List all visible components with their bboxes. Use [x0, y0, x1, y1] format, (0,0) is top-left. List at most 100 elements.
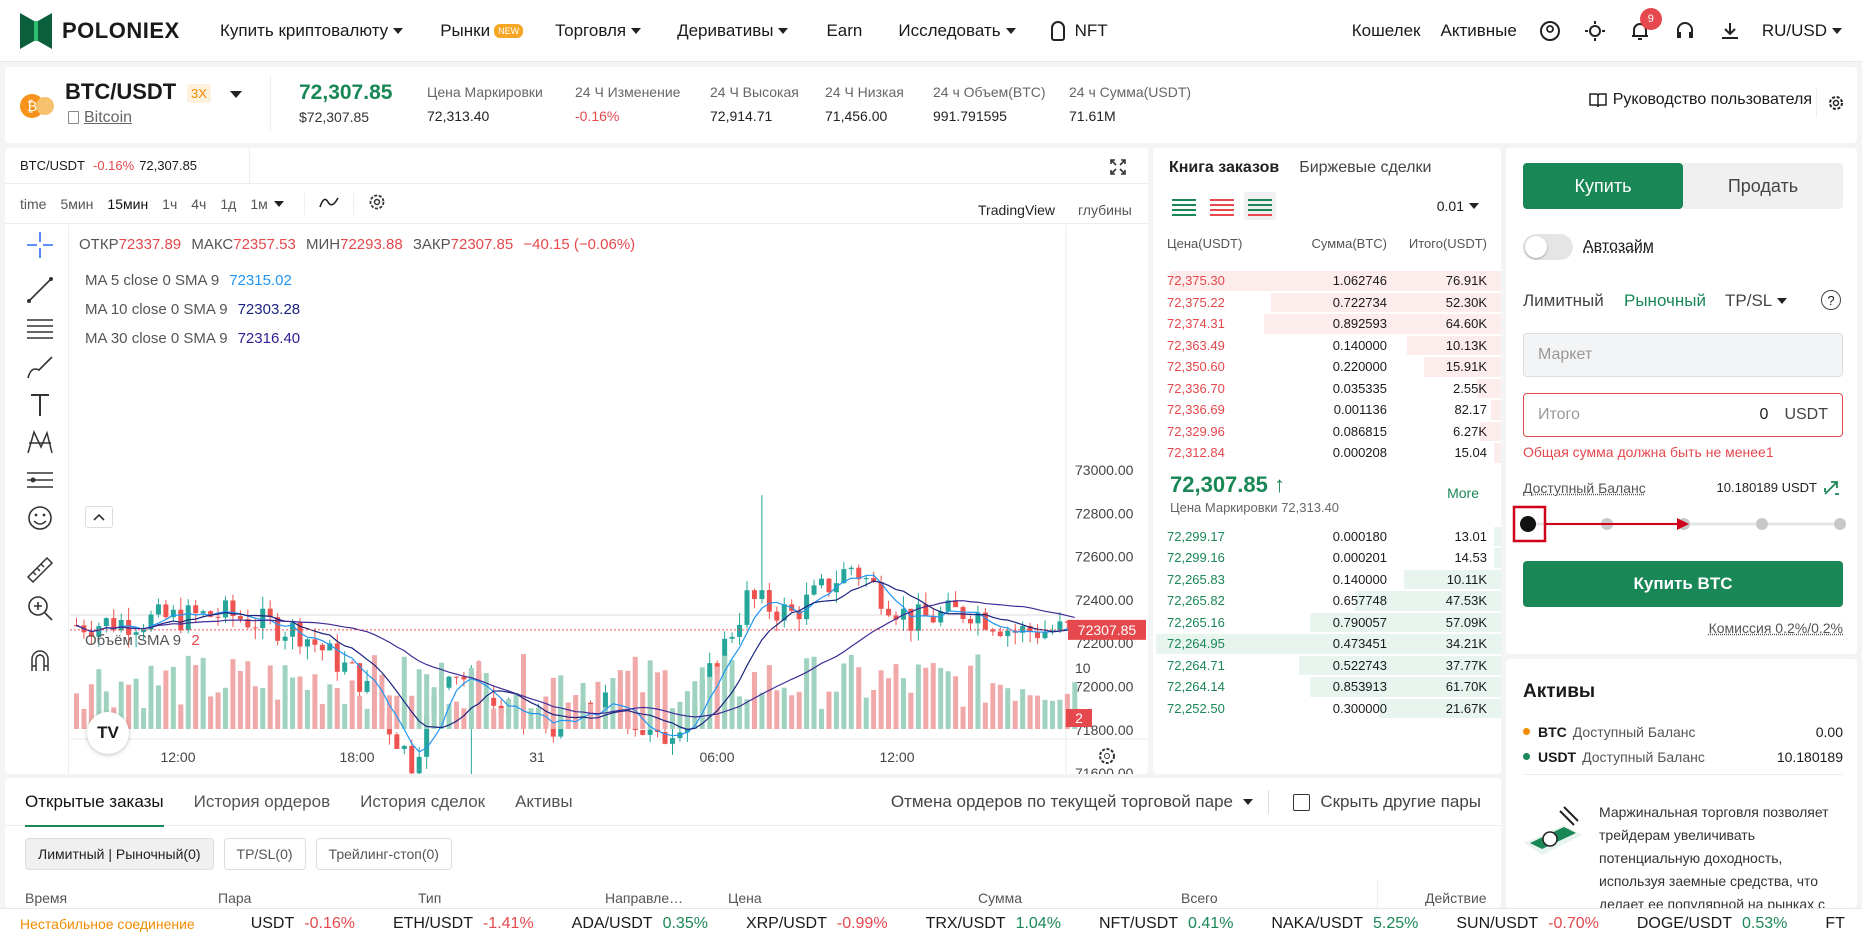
ticker-item[interactable]: TRX/USDT 1.04%: [926, 915, 1061, 933]
nav-item-2[interactable]: Торговля: [555, 21, 642, 41]
help-icon[interactable]: ?: [1821, 290, 1841, 310]
orders-tab-0[interactable]: Открытые заказы: [25, 792, 164, 827]
ticker-item[interactable]: NFT/USDT 0.41%: [1099, 915, 1233, 933]
ask-row[interactable]: 72,312.84 0.000208 15.04: [1153, 442, 1501, 464]
download-icon[interactable]: [1718, 19, 1742, 43]
interval-dropdown-icon[interactable]: [273, 200, 284, 207]
text-tool-icon[interactable]: [25, 390, 55, 420]
ticker-item[interactable]: DOGE/USDT 0.53%: [1637, 915, 1788, 933]
tab-order-book[interactable]: Книга заказов: [1169, 159, 1279, 177]
pair-dropdown-icon[interactable]: [230, 91, 242, 98]
interval-4[interactable]: 4ч: [191, 196, 206, 212]
theme-sun-icon[interactable]: [1583, 19, 1607, 43]
buy-btc-button[interactable]: Купить BTC: [1523, 561, 1843, 607]
nav-item-0[interactable]: Купить криптовалюту: [220, 21, 404, 41]
interval-3[interactable]: 1ч: [162, 196, 177, 212]
hide-other-pairs[interactable]: Скрыть другие пары: [1293, 792, 1481, 812]
nav-item-6[interactable]: NFT: [1050, 20, 1108, 41]
magnet-icon[interactable]: [25, 645, 55, 675]
interval-5[interactable]: 1д: [220, 196, 236, 212]
ask-row[interactable]: 72,350.60 0.220000 15.91K: [1153, 356, 1501, 378]
interval-6[interactable]: 1м: [250, 196, 267, 212]
tradingview-logo-icon[interactable]: TV: [87, 712, 129, 754]
bid-row[interactable]: 72,299.17 0.000180 13.01: [1153, 526, 1501, 548]
orders-tab-3[interactable]: Активы: [515, 792, 573, 812]
both-sides-view-icon[interactable]: [1170, 195, 1198, 217]
logo[interactable]: POLONIEX: [20, 12, 220, 49]
slider-handle[interactable]: [1520, 516, 1536, 532]
bid-row[interactable]: 72,252.50 0.300000 21.67K: [1153, 698, 1501, 720]
pair-title[interactable]: BTC/USDT: [65, 79, 176, 105]
total-input[interactable]: Итого 0 USDT: [1523, 393, 1843, 437]
locale-select[interactable]: RU/USD: [1762, 21, 1842, 41]
ask-row[interactable]: 72,375.22 0.722734 52.30K: [1153, 292, 1501, 314]
notification-bell-icon[interactable]: 9: [1628, 8, 1662, 43]
autoloan-toggle[interactable]: [1523, 234, 1573, 260]
interval-0[interactable]: time: [20, 196, 46, 212]
bid-row[interactable]: 72,264.14 0.853913 61.70K: [1153, 676, 1501, 698]
ask-row[interactable]: 72,363.49 0.140000 10.13K: [1153, 335, 1501, 357]
headset-support-icon[interactable]: [1673, 19, 1697, 43]
settings-gear-icon[interactable]: [1827, 94, 1845, 117]
ask-row[interactable]: 72,336.70 0.035335 2.55K: [1153, 378, 1501, 400]
nav-item-4[interactable]: Earn: [826, 21, 862, 41]
account-icon[interactable]: [1538, 19, 1562, 43]
ticker-item[interactable]: SUN/USDT -0.70%: [1456, 915, 1598, 933]
more-link[interactable]: More: [1447, 485, 1479, 501]
ticker-item[interactable]: USDT -0.16%: [251, 915, 355, 933]
ticker-item[interactable]: ADA/USDT 0.35%: [572, 915, 708, 933]
bid-row[interactable]: 72,265.83 0.140000 10.11K: [1153, 569, 1501, 591]
view-tradingview[interactable]: TradingView: [978, 202, 1055, 218]
fullscreen-icon[interactable]: [1110, 159, 1126, 178]
prediction-icon[interactable]: [25, 465, 55, 495]
tab-market-trades[interactable]: Биржевые сделки: [1299, 159, 1431, 177]
emoji-icon[interactable]: [25, 503, 55, 533]
slider-stop-75[interactable]: [1756, 518, 1768, 530]
bid-row[interactable]: 72,265.82 0.657748 47.53K: [1153, 590, 1501, 612]
asks-view-icon[interactable]: [1208, 195, 1236, 217]
brush-icon[interactable]: [25, 352, 55, 382]
coin-info-link[interactable]: Bitcoin: [84, 109, 132, 127]
ticker-item[interactable]: FT: [1825, 915, 1855, 933]
nav-item-5[interactable]: Исследовать: [898, 21, 1016, 41]
ruler-icon[interactable]: [25, 555, 55, 585]
transfer-icon[interactable]: [1823, 480, 1841, 496]
ticker-item[interactable]: XRP/USDT -0.99%: [746, 915, 888, 933]
order-type-market[interactable]: Рыночный: [1624, 291, 1706, 311]
interval-1[interactable]: 5мин: [60, 196, 93, 212]
ask-row[interactable]: 72,375.30 1.062746 76.91K: [1153, 270, 1501, 292]
crosshair-icon[interactable]: [25, 230, 55, 260]
autoloan-label[interactable]: Автозайм: [1583, 238, 1654, 256]
precision-select[interactable]: 0.01: [1437, 198, 1479, 214]
nav-item-3[interactable]: Деривативы: [677, 21, 789, 41]
hide-pairs-checkbox[interactable]: [1293, 793, 1311, 811]
indicator-wave-icon[interactable]: [318, 195, 339, 212]
fib-lines-icon[interactable]: [25, 313, 55, 343]
filter-chip-2[interactable]: Трейлинг-стоп(0): [315, 838, 452, 870]
ticker-item[interactable]: ETH/USDT -1.41%: [393, 915, 534, 933]
ask-row[interactable]: 72,329.96 0.086815 6.27K: [1153, 421, 1501, 443]
time-axis-settings-icon[interactable]: [1099, 748, 1115, 764]
trend-line-icon[interactable]: [25, 275, 55, 305]
cancel-orders-select[interactable]: Отмена ордеров по текущей торговой паре: [891, 792, 1253, 812]
assets-link[interactable]: Активные: [1440, 21, 1516, 41]
buy-tab-button[interactable]: Купить: [1523, 163, 1683, 209]
bid-row[interactable]: 72,264.71 0.522743 37.77K: [1153, 655, 1501, 677]
interval-2[interactable]: 15мин: [107, 196, 148, 212]
sell-tab-button[interactable]: Продать: [1683, 163, 1843, 209]
fee-info[interactable]: Комиссия 0.2%/0.2%: [1709, 620, 1843, 636]
bid-row[interactable]: 72,265.16 0.790057 57.09K: [1153, 612, 1501, 634]
zoom-in-icon[interactable]: [25, 593, 55, 623]
wallet-link[interactable]: Кошелек: [1352, 21, 1421, 41]
orders-tab-2[interactable]: История сделок: [360, 792, 485, 812]
order-type-limit[interactable]: Лимитный: [1523, 291, 1604, 311]
ask-row[interactable]: 72,336.69 0.001136 82.17: [1153, 399, 1501, 421]
chart-settings-icon[interactable]: [368, 193, 386, 214]
amount-slider[interactable]: [1511, 504, 1857, 544]
bids-view-icon[interactable]: [1244, 192, 1276, 220]
user-guide-link[interactable]: Руководство пользователя: [1588, 91, 1812, 109]
bid-row[interactable]: 72,299.16 0.000201 14.53: [1153, 547, 1501, 569]
slider-stop-100[interactable]: [1834, 518, 1846, 530]
collapse-legend-button[interactable]: [85, 506, 113, 528]
ticker-item[interactable]: NAKA/USDT 5.25%: [1271, 915, 1418, 933]
